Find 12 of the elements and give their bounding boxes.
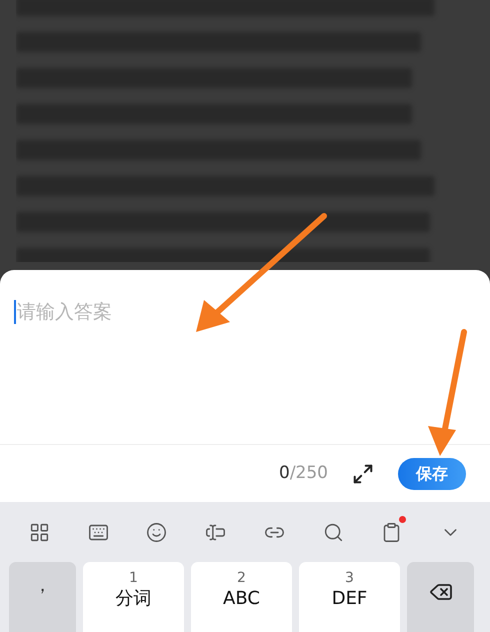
backspace-key[interactable] <box>407 562 474 632</box>
keyboard-key[interactable]: 2 ABC <box>191 562 292 632</box>
expand-icon[interactable] <box>352 462 374 484</box>
grid-icon[interactable] <box>28 522 50 542</box>
keyboard-key[interactable]: 1 分词 <box>83 562 184 632</box>
punctuation-key[interactable]: ， <box>9 562 76 632</box>
character-counter: 0/250 <box>278 462 328 485</box>
answer-field[interactable]: 请输入答案 <box>17 300 476 324</box>
search-icon[interactable] <box>322 522 344 542</box>
keyboard-key[interactable]: 3 DEF <box>299 562 400 632</box>
save-button[interactable]: 保存 <box>398 458 466 490</box>
smiley-icon[interactable] <box>146 522 168 542</box>
